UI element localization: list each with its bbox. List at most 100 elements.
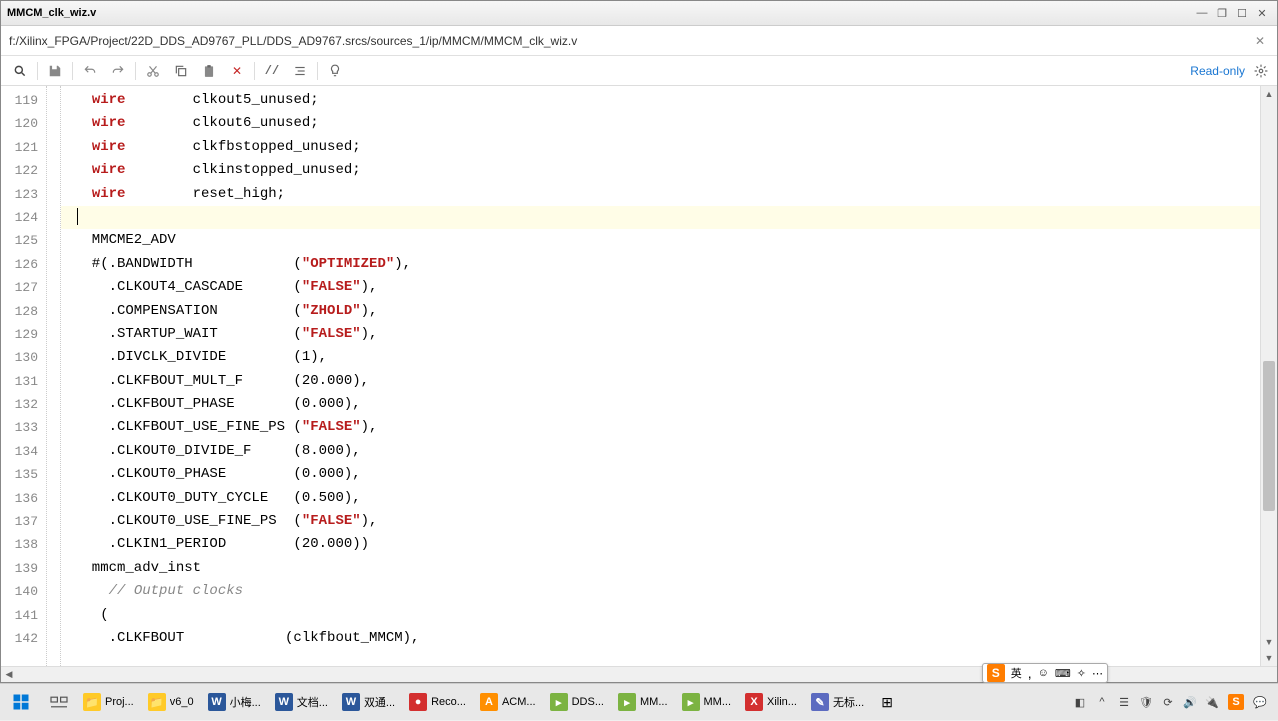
minimize-button[interactable]: — bbox=[1193, 5, 1211, 21]
comment-icon[interactable]: // bbox=[259, 59, 285, 83]
ime-logo-icon[interactable]: S bbox=[987, 664, 1005, 682]
taskbar-app[interactable]: W小梅... bbox=[202, 686, 267, 718]
copy-icon[interactable] bbox=[168, 59, 194, 83]
window-title: MMCM_clk_wiz.v bbox=[7, 7, 1193, 19]
scroll-down-icon[interactable]: ▼ bbox=[1261, 634, 1277, 650]
undo-icon[interactable] bbox=[77, 59, 103, 83]
code-line[interactable]: .CLKFBOUT_MULT_F (20.000), bbox=[61, 370, 1260, 393]
app-label: 双通... bbox=[364, 694, 395, 710]
app-label: 无标... bbox=[833, 694, 864, 710]
taskbar-app[interactable]: 📁v6_0 bbox=[142, 686, 200, 718]
task-view-button[interactable] bbox=[43, 686, 75, 718]
app-icon: ▸ bbox=[682, 693, 700, 711]
code-line[interactable]: .CLKOUT0_PHASE (0.000), bbox=[61, 463, 1260, 486]
code-line[interactable]: wire clkout5_unused; bbox=[61, 89, 1260, 112]
code-line[interactable]: wire clkinstopped_unused; bbox=[61, 159, 1260, 182]
ime-more-icon[interactable]: ⋯ bbox=[1092, 667, 1103, 680]
code-line[interactable]: .CLKOUT4_CASCADE ("FALSE"), bbox=[61, 276, 1260, 299]
code-line[interactable]: .CLKFBOUT_PHASE (0.000), bbox=[61, 393, 1260, 416]
task-virtual-desktop[interactable]: ⊞ bbox=[872, 686, 902, 718]
tray-ime-icon[interactable]: S bbox=[1228, 694, 1244, 710]
cut-icon[interactable] bbox=[140, 59, 166, 83]
line-number: 128 bbox=[1, 300, 38, 323]
taskbar-app[interactable]: AACM... bbox=[474, 686, 542, 718]
app-icon: A bbox=[480, 693, 498, 711]
tray-icon[interactable]: 🛡 bbox=[1138, 694, 1154, 710]
code-line[interactable]: .CLKOUT0_DUTY_CYCLE (0.500), bbox=[61, 487, 1260, 510]
code-line[interactable]: .DIVCLK_DIVIDE (1), bbox=[61, 346, 1260, 369]
taskbar-app[interactable]: ▸MM... bbox=[612, 686, 674, 718]
scroll-left-icon[interactable]: ◀ bbox=[1, 667, 17, 683]
search-icon[interactable] bbox=[7, 59, 33, 83]
app-label: MM... bbox=[640, 696, 668, 708]
window-controls: — ❐ ☐ ✕ bbox=[1193, 5, 1271, 21]
code-line[interactable]: wire reset_high; bbox=[61, 183, 1260, 206]
taskbar-app[interactable]: ▸ MM... bbox=[676, 686, 738, 718]
maximize-button[interactable]: ☐ bbox=[1233, 5, 1251, 21]
tray-icon[interactable]: ◧ bbox=[1072, 694, 1088, 710]
line-number: 123 bbox=[1, 183, 38, 206]
code-line[interactable]: #(.BANDWIDTH ("OPTIMIZED"), bbox=[61, 253, 1260, 276]
taskbar-app[interactable]: ●Reco... bbox=[403, 686, 472, 718]
code-area[interactable]: wire clkout5_unused; wire clkout6_unused… bbox=[61, 86, 1260, 666]
taskbar-app[interactable]: ✎无标... bbox=[805, 686, 870, 718]
gear-icon[interactable] bbox=[1251, 61, 1271, 81]
tray-icon[interactable]: 🔊 bbox=[1182, 694, 1198, 710]
scroll-down2-icon[interactable]: ▼ bbox=[1261, 650, 1277, 666]
code-line[interactable]: .COMPENSATION ("ZHOLD"), bbox=[61, 300, 1260, 323]
ime-keyboard-icon[interactable]: ⌨ bbox=[1055, 667, 1071, 680]
taskbar-app[interactable]: 📁Proj... bbox=[77, 686, 140, 718]
bulb-icon[interactable] bbox=[322, 59, 348, 83]
app-label: MM... bbox=[704, 696, 732, 708]
app-icon: W bbox=[342, 693, 360, 711]
ime-emoji-icon[interactable]: ☺ bbox=[1038, 667, 1049, 679]
tray-icon[interactable]: ^ bbox=[1094, 694, 1110, 710]
format-icon[interactable] bbox=[287, 59, 313, 83]
code-line[interactable]: .CLKOUT0_DIVIDE_F (8.000), bbox=[61, 440, 1260, 463]
code-line[interactable]: .CLKOUT0_USE_FINE_PS ("FALSE"), bbox=[61, 510, 1260, 533]
path-close-button[interactable]: ✕ bbox=[1251, 32, 1269, 50]
app-icon: 📁 bbox=[148, 693, 166, 711]
code-line[interactable]: mmcm_adv_inst bbox=[61, 557, 1260, 580]
code-line[interactable]: ( bbox=[61, 604, 1260, 627]
code-line[interactable] bbox=[61, 206, 1260, 229]
code-line[interactable]: // Output clocks bbox=[61, 580, 1260, 603]
ime-lang[interactable]: 英 bbox=[1011, 665, 1022, 681]
ime-extra-icon[interactable]: ✧ bbox=[1077, 667, 1086, 680]
restore-button[interactable]: ❐ bbox=[1213, 5, 1231, 21]
taskbar-app[interactable]: W双通... bbox=[336, 686, 401, 718]
code-line[interactable]: wire clkfbstopped_unused; bbox=[61, 136, 1260, 159]
tray-notifications-icon[interactable]: 💬 bbox=[1252, 694, 1268, 710]
line-number: 129 bbox=[1, 323, 38, 346]
file-path: f:/Xilinx_FPGA/Project/22D_DDS_AD9767_PL… bbox=[9, 34, 1251, 48]
taskbar-app[interactable]: ▸DDS... bbox=[544, 686, 610, 718]
ime-toolbar[interactable]: S 英 , ☺ ⌨ ✧ ⋯ bbox=[982, 663, 1108, 683]
line-number: 124 bbox=[1, 206, 38, 229]
start-button[interactable] bbox=[0, 684, 42, 721]
redo-icon[interactable] bbox=[105, 59, 131, 83]
code-line[interactable]: .CLKFBOUT_USE_FINE_PS ("FALSE"), bbox=[61, 416, 1260, 439]
tray-icon[interactable]: ☰ bbox=[1116, 694, 1132, 710]
tray-icon[interactable]: ⟳ bbox=[1160, 694, 1176, 710]
delete-icon[interactable]: ✕ bbox=[224, 59, 250, 83]
scroll-up-icon[interactable]: ▲ bbox=[1261, 86, 1277, 102]
line-number: 122 bbox=[1, 159, 38, 182]
line-number: 140 bbox=[1, 580, 38, 603]
code-line[interactable]: .CLKFBOUT (clkfbout_MMCM), bbox=[61, 627, 1260, 650]
vertical-scrollbar[interactable]: ▲ ▼ ▼ bbox=[1260, 86, 1277, 666]
line-number: 137 bbox=[1, 510, 38, 533]
line-number: 132 bbox=[1, 393, 38, 416]
code-line[interactable]: wire clkout6_unused; bbox=[61, 112, 1260, 135]
taskbar-app[interactable]: XXilin... bbox=[739, 686, 803, 718]
app-label: 文档... bbox=[297, 694, 328, 710]
scroll-thumb[interactable] bbox=[1263, 361, 1275, 511]
code-line[interactable]: MMCME2_ADV bbox=[61, 229, 1260, 252]
code-line[interactable]: .CLKIN1_PERIOD (20.000)) bbox=[61, 533, 1260, 556]
taskbar-app[interactable]: W文档... bbox=[269, 686, 334, 718]
ime-punct[interactable]: , bbox=[1028, 665, 1032, 681]
paste-icon[interactable] bbox=[196, 59, 222, 83]
save-icon[interactable] bbox=[42, 59, 68, 83]
code-line[interactable]: .STARTUP_WAIT ("FALSE"), bbox=[61, 323, 1260, 346]
close-button[interactable]: ✕ bbox=[1253, 5, 1271, 21]
tray-icon[interactable]: 🔌 bbox=[1204, 694, 1220, 710]
